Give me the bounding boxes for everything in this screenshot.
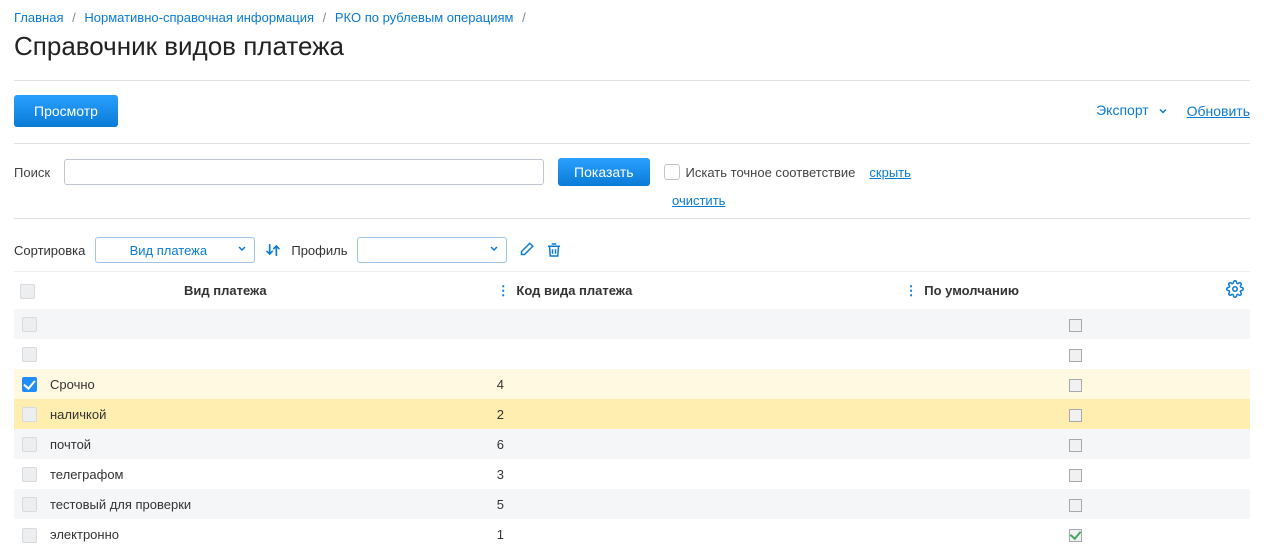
table-row[interactable] [14,339,1250,369]
cell-default [899,429,1220,459]
export-link[interactable]: Экспорт [1096,102,1169,119]
cell-default [899,519,1220,549]
table-row[interactable] [14,309,1250,339]
cell-name: электронно [44,519,491,549]
cell-name: телеграфом [44,459,491,489]
sort-label: Сортировка [14,243,85,258]
toolbar: Просмотр Экспорт Обновить [14,95,1250,127]
default-checkbox[interactable] [1069,349,1082,362]
cell-name [44,339,491,369]
exact-match-label: Искать точное соответствие [686,165,856,180]
breadcrumb-sep: / [522,10,526,25]
cell-name: тестовый для проверки [44,489,491,519]
profile-select[interactable] [357,237,507,263]
default-checkbox[interactable] [1069,469,1082,482]
cell-code [491,339,899,369]
cell-code: 3 [491,459,899,489]
clear-link[interactable]: очистить [672,193,725,208]
export-label: Экспорт [1096,102,1149,118]
default-checkbox[interactable] [1069,439,1082,452]
cell-name: Срочно [44,369,491,399]
breadcrumb-nsi[interactable]: Нормативно-справочная информация [84,10,314,25]
row-checkbox[interactable] [22,528,37,543]
default-checkbox[interactable] [1069,379,1082,392]
table-row[interactable]: почтой6 [14,429,1250,459]
gear-icon[interactable] [1226,280,1244,298]
table-row[interactable]: электронно1 [14,519,1250,549]
sort-row: Сортировка Вид платежа Профиль [14,237,1250,263]
cell-default [899,309,1220,339]
page-title: Справочник видов платежа [14,31,1250,62]
row-checkbox[interactable] [22,407,37,422]
chevron-down-icon [1157,104,1169,120]
search-label: Поиск [14,165,50,180]
profile-label: Профиль [291,243,347,258]
table-row[interactable]: тестовый для проверки5 [14,489,1250,519]
default-checkbox[interactable] [1069,409,1082,422]
edit-icon[interactable] [517,241,535,259]
chevron-down-icon [488,243,500,258]
col-header-code[interactable]: Код вида платежа [516,283,632,298]
search-row: Поиск Показать Искать точное соответстви… [14,158,1250,186]
table-row[interactable]: наличкой2 [14,399,1250,429]
cell-default [899,399,1220,429]
breadcrumb: Главная / Нормативно-справочная информац… [14,10,1250,25]
cell-default [899,459,1220,489]
drag-handle-icon[interactable]: ⋮ [905,283,917,299]
table-row[interactable]: Срочно4 [14,369,1250,399]
cell-code: 1 [491,519,899,549]
refresh-link[interactable]: Обновить [1187,103,1250,119]
trash-icon[interactable] [545,241,563,259]
row-checkbox[interactable] [22,437,37,452]
drag-handle-icon[interactable]: ⋮ [497,283,509,299]
cell-default [899,369,1220,399]
cell-default [899,339,1220,369]
row-checkbox[interactable] [22,347,37,362]
cell-code [491,309,899,339]
exact-match-checkbox[interactable]: Искать точное соответствие [664,164,856,180]
table-row[interactable]: телеграфом3 [14,459,1250,489]
checkbox-icon [664,164,680,180]
cell-code: 2 [491,399,899,429]
row-checkbox[interactable] [22,467,37,482]
data-table: Вид платежа ⋮ Код вида платежа ⋮ По умол… [14,271,1250,550]
default-checkbox[interactable] [1069,319,1082,332]
cell-code: 5 [491,489,899,519]
search-input[interactable] [64,159,544,185]
row-checkbox[interactable] [22,377,37,392]
cell-default [899,489,1220,519]
search-submit-button[interactable]: Показать [558,158,650,186]
col-header-name[interactable]: Вид платежа [184,283,267,298]
row-checkbox[interactable] [22,317,37,332]
breadcrumb-sep: / [323,10,327,25]
row-checkbox[interactable] [22,497,37,512]
breadcrumb-rko[interactable]: РКО по рублевым операциям [335,10,514,25]
breadcrumb-home[interactable]: Главная [14,10,63,25]
sort-select-value: Вид платежа [130,243,208,258]
cell-name [44,309,491,339]
cell-code: 4 [491,369,899,399]
cell-name: наличкой [44,399,491,429]
chevron-down-icon [236,243,248,258]
hide-link[interactable]: скрыть [869,165,911,180]
cell-name: почтой [44,429,491,459]
view-button[interactable]: Просмотр [14,95,118,127]
sort-direction-icon[interactable] [265,242,281,258]
right-actions: Экспорт Обновить [1096,102,1250,119]
breadcrumb-sep: / [72,10,76,25]
cell-code: 6 [491,429,899,459]
default-checkbox[interactable] [1069,529,1082,542]
sort-select[interactable]: Вид платежа [95,237,255,263]
select-all-checkbox[interactable] [20,284,35,299]
default-checkbox[interactable] [1069,499,1082,512]
col-header-default[interactable]: По умолчанию [924,283,1019,298]
